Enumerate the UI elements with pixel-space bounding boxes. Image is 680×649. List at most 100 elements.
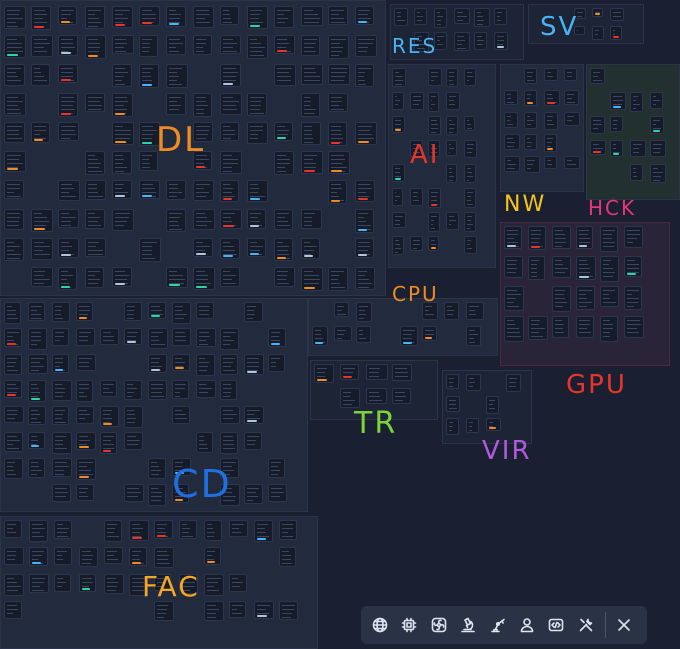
graph-node[interactable] [504,256,523,278]
graph-node[interactable] [446,396,460,412]
graph-node[interactable] [446,418,459,435]
graph-node[interactable] [474,8,490,27]
graph-node[interactable] [274,267,295,287]
graph-node[interactable] [544,90,560,106]
graph-node[interactable] [124,406,143,428]
close-icon[interactable] [612,612,637,638]
graph-node[interactable] [28,432,45,449]
graph-node[interactable] [328,122,347,146]
graph-node[interactable] [650,116,664,134]
graph-node[interactable] [4,574,24,596]
graph-node[interactable] [564,156,580,169]
graph-node[interactable] [172,328,191,346]
graph-node[interactable] [28,406,46,425]
graph-node[interactable] [85,93,105,112]
graph-node[interactable] [552,256,571,278]
graph-node[interactable] [79,547,98,567]
graph-node[interactable] [29,520,48,542]
graph-node[interactable] [112,151,132,174]
graph-node[interactable] [392,188,403,206]
graph-node[interactable] [301,209,322,229]
graph-node[interactable] [4,547,24,565]
graph-node[interactable] [104,520,122,542]
code-icon[interactable] [544,612,569,638]
graph-node[interactable] [4,458,23,479]
graph-node[interactable] [58,209,79,228]
graph-node[interactable] [247,35,268,59]
graph-node[interactable] [610,26,622,40]
graph-node[interactable] [139,122,160,146]
graph-node[interactable] [274,35,295,54]
graph-node[interactable] [544,134,557,152]
graph-node[interactable] [528,256,545,280]
graph-node[interactable] [650,92,663,109]
graph-node[interactable] [31,64,50,86]
graph-node[interactable] [112,209,134,231]
graph-node[interactable] [268,484,287,502]
graph-node[interactable] [464,116,475,131]
graph-node[interactable] [58,35,78,56]
graph-node[interactable] [247,209,266,229]
graph-node[interactable] [610,92,626,110]
graph-node[interactable] [100,328,119,345]
graph-node[interactable] [464,140,477,158]
graph-node[interactable] [124,328,142,345]
graph-node[interactable] [428,68,442,86]
graph-node[interactable] [58,180,80,201]
graph-node[interactable] [247,122,268,144]
graph-node[interactable] [590,68,605,84]
graph-node[interactable] [193,267,215,290]
graph-node[interactable] [274,122,293,141]
graph-node[interactable] [244,484,263,504]
gpu-fan-icon[interactable] [426,612,451,638]
graph-node[interactable] [172,458,191,476]
graph-node[interactable] [129,520,149,541]
graph-node[interactable] [52,406,69,425]
graph-node[interactable] [428,92,439,112]
graph-node[interactable] [574,26,585,35]
graph-node[interactable] [247,180,268,202]
graph-node[interactable] [428,116,441,135]
graph-node[interactable] [592,26,604,40]
robot-arm-icon[interactable] [485,612,510,638]
graph-node[interactable] [124,380,142,400]
graph-node[interactable] [268,458,285,478]
graph-node[interactable] [54,574,71,592]
graph-node[interactable] [154,547,174,568]
graph-node[interactable] [220,238,240,259]
graph-node[interactable] [54,547,72,565]
graph-node[interactable] [204,574,224,596]
graph-node[interactable] [76,406,94,424]
graph-node[interactable] [355,35,377,57]
graph-node[interactable] [196,380,216,398]
graph-node[interactable] [244,302,263,322]
graph-node[interactable] [528,226,546,250]
graph-node[interactable] [279,601,298,620]
graph-node[interactable] [28,458,45,478]
graph-node[interactable] [4,35,26,58]
graph-node[interactable] [124,302,142,321]
graph-node[interactable] [220,267,240,287]
graph-node[interactable] [464,236,477,254]
graph-node[interactable] [446,140,457,156]
graph-node[interactable] [466,374,481,391]
graph-node[interactable] [58,64,78,83]
graph-node[interactable] [446,68,458,87]
graph-node[interactable] [328,180,347,204]
graph-node[interactable] [340,364,359,380]
microscope-icon[interactable] [455,612,480,638]
graph-node[interactable] [544,156,557,169]
graph-node[interactable] [58,267,77,290]
graph-node[interactable] [590,140,606,155]
graph-node[interactable] [166,64,188,88]
graph-node[interactable] [104,574,124,594]
graph-node[interactable] [58,6,77,25]
graph-node[interactable] [85,238,106,257]
graph-node[interactable] [392,236,404,255]
graph-node[interactable] [139,64,159,88]
graph-node[interactable] [428,236,439,251]
graph-node[interactable] [355,122,377,145]
graph-node[interactable] [172,354,190,371]
graph-node[interactable] [172,484,189,503]
graph-node[interactable] [166,180,186,200]
